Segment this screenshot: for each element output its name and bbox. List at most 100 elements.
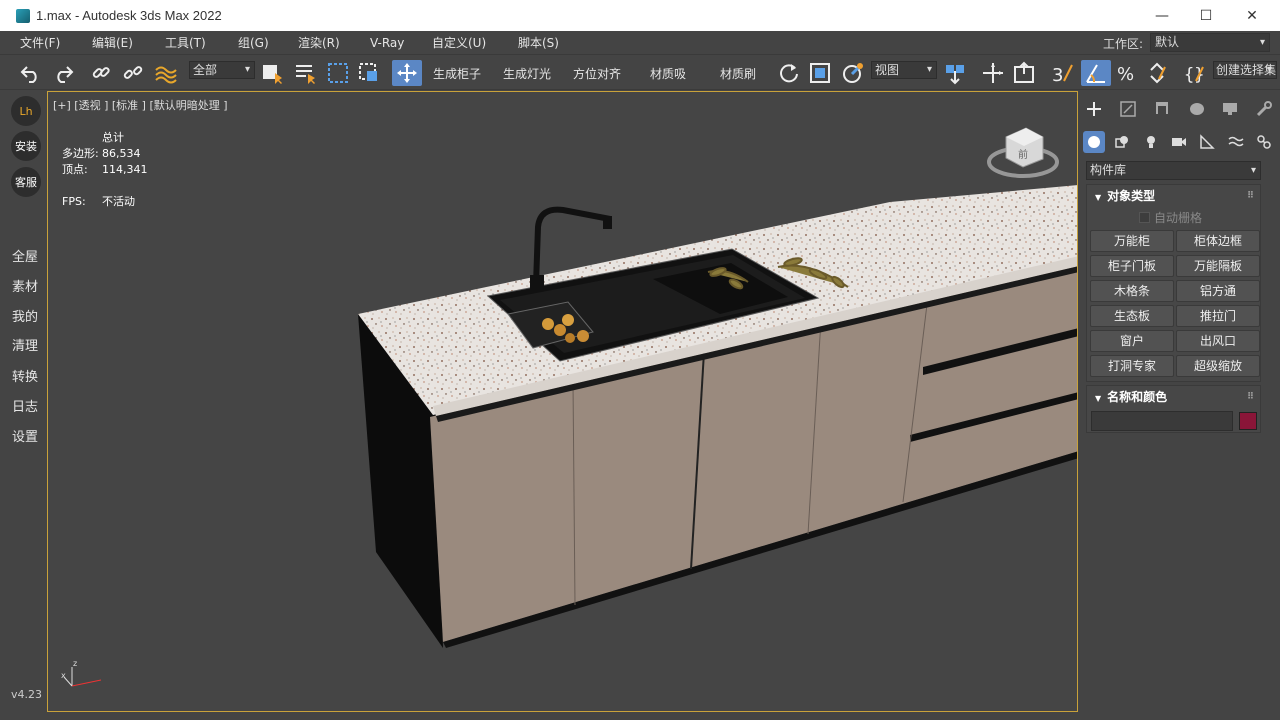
polygons-value: 86,534 xyxy=(102,147,141,160)
component-library-dropdown[interactable]: 构件库 xyxy=(1086,161,1261,180)
reference-coord-dropdown[interactable]: 视图 xyxy=(871,61,937,79)
lh-logo-label: Lh xyxy=(19,104,33,118)
reference-coord-value: 视图 xyxy=(875,63,900,77)
helpers-icon[interactable] xyxy=(1196,131,1218,153)
eco-board-button[interactable]: 生态板 xyxy=(1090,305,1174,327)
create-tab-icon[interactable] xyxy=(1083,98,1105,120)
maximize-button[interactable]: ☐ xyxy=(1183,0,1229,31)
select-object-icon[interactable] xyxy=(258,60,286,86)
object-type-header[interactable]: ▼ 对象类型 ⠿ xyxy=(1087,185,1260,207)
spacewarps-icon[interactable] xyxy=(1225,131,1247,153)
move-icon[interactable] xyxy=(392,60,422,86)
menu-vray[interactable]: V-Ray xyxy=(370,36,404,50)
scale-icon[interactable] xyxy=(807,60,833,86)
menu-edit[interactable]: 编辑(E) xyxy=(92,34,133,51)
menu-bar: 文件(F) 编辑(E) 工具(T) 组(G) 渲染(R) V-Ray 自定义(U… xyxy=(0,31,1280,54)
super-zoom-button[interactable]: 超级缩放 xyxy=(1176,355,1260,377)
rotate-icon[interactable] xyxy=(776,60,802,86)
material-pick-button[interactable]: 材质吸 xyxy=(650,65,686,82)
menu-render[interactable]: 渲染(R) xyxy=(298,34,340,51)
dock-item-mine[interactable]: 我的 xyxy=(12,306,38,325)
geometry-icon[interactable] xyxy=(1083,131,1105,153)
selection-filter-dropdown[interactable]: 全部 xyxy=(189,61,255,79)
hierarchy-tab-icon[interactable] xyxy=(1151,98,1173,120)
select-by-name-icon[interactable] xyxy=(291,60,319,86)
window-crossing-icon[interactable] xyxy=(356,60,382,86)
dock-item-whole-house[interactable]: 全屋 xyxy=(12,246,38,265)
install-button[interactable]: 安装 xyxy=(11,131,41,161)
viewport-label[interactable]: [+] [透视 ] [标准 ] [默认明暗处理 ] xyxy=(53,97,228,113)
systems-icon[interactable] xyxy=(1253,131,1275,153)
vertices-value: 114,341 xyxy=(102,163,148,176)
material-brush-button[interactable]: 材质刷 xyxy=(720,65,756,82)
autogrid-checkbox-box[interactable] xyxy=(1139,212,1150,223)
rect-selection-icon[interactable] xyxy=(325,60,351,86)
unlink-icon[interactable] xyxy=(120,60,146,86)
cameras-icon[interactable] xyxy=(1168,131,1190,153)
svg-text:z: z xyxy=(73,659,77,668)
shapes-icon[interactable] xyxy=(1111,131,1133,153)
angle-snap-icon[interactable] xyxy=(1081,60,1111,86)
name-color-header[interactable]: ▼ 名称和颜色 ⠿ xyxy=(1087,386,1260,408)
svg-text:x: x xyxy=(61,671,66,680)
link-icon[interactable] xyxy=(88,60,114,86)
menu-tools[interactable]: 工具(T) xyxy=(165,34,206,51)
menu-file[interactable]: 文件(F) xyxy=(20,34,60,51)
lh-logo-button[interactable]: Lh xyxy=(11,96,41,126)
universal-shelf-button[interactable]: 万能隔板 xyxy=(1176,255,1260,277)
keyboard-shortcut-icon[interactable] xyxy=(1011,60,1037,86)
close-button[interactable]: ✕ xyxy=(1229,0,1275,31)
cabinet-frame-button[interactable]: 柜体边框 xyxy=(1176,230,1260,252)
dock-item-assets[interactable]: 素材 xyxy=(12,276,38,295)
generate-cabinet-button[interactable]: 生成柜子 xyxy=(433,65,481,82)
window-button[interactable]: 窗户 xyxy=(1090,330,1174,352)
workspace-label: 工作区: xyxy=(1103,37,1144,51)
command-panel: 构件库 ▼ 对象类型 ⠿ 自动栅格 万能柜 柜体边框 柜子门板 万能隔板 木格条 铝… xyxy=(1079,91,1280,712)
generate-light-button[interactable]: 生成灯光 xyxy=(503,65,551,82)
name-color-rollout: ▼ 名称和颜色 ⠿ xyxy=(1086,385,1261,433)
minimize-button[interactable]: — xyxy=(1139,0,1185,31)
snaps-toggle-icon[interactable]: 3 xyxy=(1049,60,1077,86)
spinner-snap-icon[interactable] xyxy=(1144,60,1170,86)
cabinet-door-button[interactable]: 柜子门板 xyxy=(1090,255,1174,277)
autogrid-checkbox[interactable]: 自动栅格 xyxy=(1087,207,1260,229)
motion-tab-icon[interactable] xyxy=(1185,98,1207,120)
utilities-tab-icon[interactable] xyxy=(1253,98,1275,120)
menu-group[interactable]: 组(G) xyxy=(238,34,269,51)
aluminum-tube-button[interactable]: 铝方通 xyxy=(1176,280,1260,302)
modify-tab-icon[interactable] xyxy=(1117,98,1139,120)
pivot-center-icon[interactable] xyxy=(941,60,969,86)
edit-named-selection-icon[interactable]: {} xyxy=(1182,60,1208,86)
orientation-align-button[interactable]: 方位对齐 xyxy=(573,65,621,82)
dock-item-settings[interactable]: 设置 xyxy=(12,426,38,445)
placement-icon[interactable] xyxy=(839,60,867,86)
menu-scripting[interactable]: 脚本(S) xyxy=(518,34,559,51)
install-label: 安装 xyxy=(15,140,37,153)
universal-cabinet-button[interactable]: 万能柜 xyxy=(1090,230,1174,252)
undo-icon[interactable] xyxy=(18,60,44,86)
redo-icon[interactable] xyxy=(50,60,76,86)
drag-handle-icon: ⠿ xyxy=(1246,392,1254,402)
perspective-viewport[interactable]: 前 z x [+] [透视 ] [标准 ] [默认明暗处理 ] 总计 多边形: 8… xyxy=(47,91,1078,712)
support-button[interactable]: 客服 xyxy=(11,167,41,197)
display-tab-icon[interactable] xyxy=(1219,98,1241,120)
bind-spacewarp-icon[interactable] xyxy=(152,60,178,86)
create-selection-set-label: 创建选择集 xyxy=(1216,63,1277,77)
dock-item-cleanup[interactable]: 清理 xyxy=(12,335,38,354)
workspace-select[interactable]: 默认 xyxy=(1150,33,1270,52)
menu-customize[interactable]: 自定义(U) xyxy=(432,34,486,51)
object-color-swatch[interactable] xyxy=(1239,412,1257,430)
sliding-door-button[interactable]: 推拉门 xyxy=(1176,305,1260,327)
fps-value: 不活动 xyxy=(102,195,135,208)
dock-item-convert[interactable]: 转换 xyxy=(12,366,38,385)
select-manipulate-icon[interactable] xyxy=(980,60,1006,86)
hole-expert-button[interactable]: 打洞专家 xyxy=(1090,355,1174,377)
wood-grille-button[interactable]: 木格条 xyxy=(1090,280,1174,302)
polygons-label: 多边形: xyxy=(62,147,99,160)
object-name-field[interactable] xyxy=(1091,411,1233,431)
dock-item-log[interactable]: 日志 xyxy=(12,396,38,415)
air-outlet-button[interactable]: 出风口 xyxy=(1176,330,1260,352)
percent-snap-icon[interactable]: % xyxy=(1114,60,1140,86)
create-selection-set[interactable]: 创建选择集 xyxy=(1213,61,1277,79)
lights-icon[interactable] xyxy=(1140,131,1162,153)
